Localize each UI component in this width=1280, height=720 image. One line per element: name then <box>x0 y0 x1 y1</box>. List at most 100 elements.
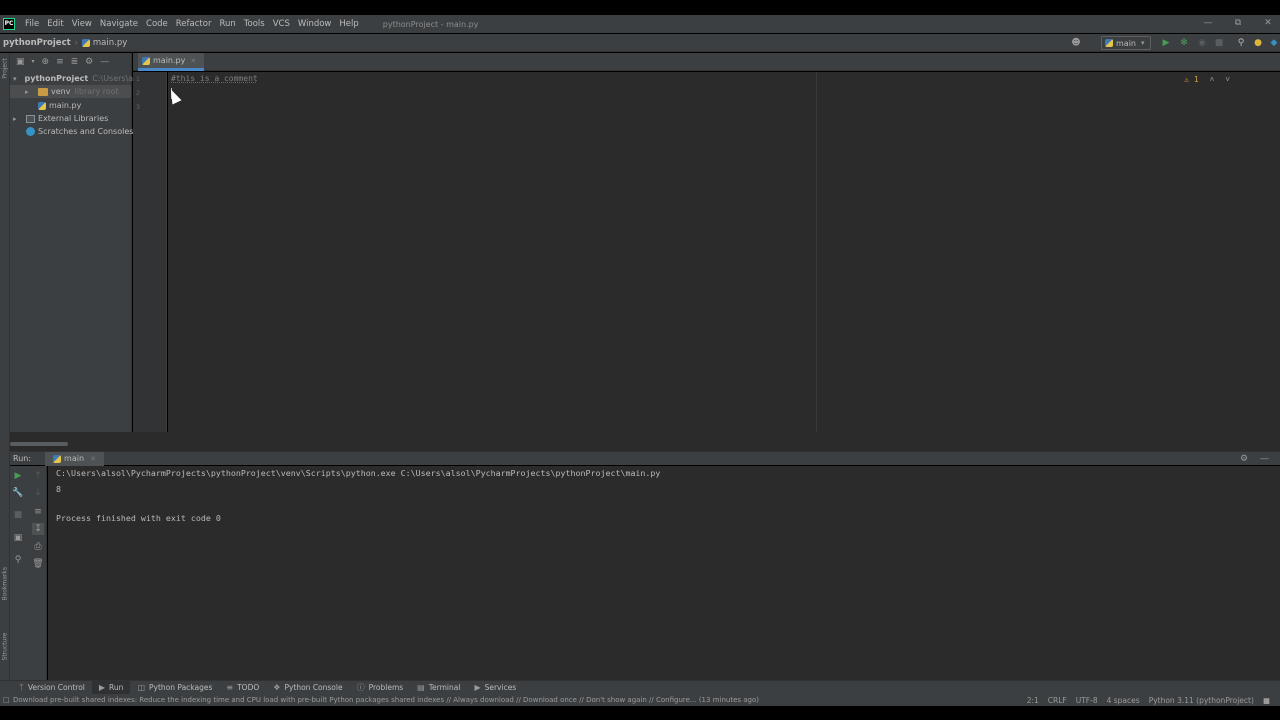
tool-problems[interactable]: ⓘ Problems <box>350 681 411 695</box>
minimize-icon[interactable]: — <box>1193 15 1223 33</box>
project-panel: ▣ ▾ ⊕ ≡ ≣ ⚙ — ▾ pythonProject C:\Users\a… <box>10 53 133 449</box>
python-config-icon <box>1105 39 1113 47</box>
menu-vcs[interactable]: VCS <box>273 19 290 29</box>
hide-icon[interactable]: — <box>100 57 109 67</box>
plugin-icon[interactable]: ◆ <box>1268 37 1280 49</box>
tree-item-scratches[interactable]: Scratches and Consoles <box>26 125 133 138</box>
collapse-all-icon[interactable]: ≣ <box>71 57 79 67</box>
stop-icon[interactable]: ■ <box>1213 37 1225 49</box>
run-tab-main[interactable]: main ✕ <box>45 451 104 466</box>
menu-view[interactable]: View <box>72 19 92 29</box>
status-message[interactable]: Download pre-built shared indexes: Reduc… <box>13 696 759 704</box>
restore-icon[interactable]: ⧉ <box>1223 15 1253 33</box>
search-icon[interactable]: ⚲ <box>1235 37 1247 49</box>
menu-code[interactable]: Code <box>146 19 168 29</box>
hide-icon[interactable]: — <box>1260 454 1269 464</box>
rerun-icon[interactable]: ▶ <box>12 470 24 482</box>
tool-run[interactable]: ▶ Run <box>91 680 131 695</box>
chevron-down-icon[interactable]: ˅ <box>1225 75 1230 84</box>
tool-python-packages[interactable]: ◫ Python Packages <box>130 681 219 695</box>
run-tool-header: Run: main ✕ ⚙ — <box>10 451 1280 466</box>
locate-icon[interactable]: ⊕ <box>42 57 50 67</box>
tool-label: Problems <box>368 683 404 692</box>
status-toggle-icon[interactable]: □ <box>3 696 10 704</box>
soft-wrap-icon[interactable]: ≡ <box>32 506 44 518</box>
tool-terminal[interactable]: ▤ Terminal <box>410 681 467 695</box>
tree-item-main-py[interactable]: main.py <box>38 99 81 112</box>
gear-icon[interactable]: ⚙ <box>1240 454 1248 464</box>
run-icon[interactable]: ▶ <box>1160 37 1172 49</box>
window-title: pythonProject - main.py <box>382 19 479 29</box>
python-config-icon <box>53 454 62 463</box>
structure-tool-label[interactable]: Structure <box>2 633 9 661</box>
debug-icon[interactable]: ✻ <box>1178 37 1190 49</box>
chevron-right-icon[interactable]: ▸ <box>25 88 33 96</box>
wrench-icon[interactable]: 🔧 <box>12 487 24 499</box>
pin-icon[interactable]: ⚲ <box>12 554 24 566</box>
layout-icon[interactable]: ▣ <box>16 57 25 67</box>
code-editor[interactable]: #this is a comment ⚠ 1 ˄ ˅ <box>168 72 1280 432</box>
close-tab-icon[interactable]: ✕ <box>190 57 196 65</box>
menu-window[interactable]: Window <box>298 19 332 29</box>
run-tab-label: main <box>64 454 85 463</box>
menu-tools[interactable]: Tools <box>244 19 265 29</box>
down-icon[interactable]: ↓ <box>32 487 44 499</box>
scroll-to-end-icon[interactable]: ↧ <box>32 523 44 535</box>
tab-main-py[interactable]: main.py ✕ <box>138 53 205 71</box>
coverage-icon[interactable]: ◉ <box>1196 37 1208 49</box>
tool-services[interactable]: ▶ Services <box>467 681 523 695</box>
run-configuration-selector[interactable]: main ▾ <box>1101 36 1151 50</box>
tool-python-console[interactable]: ❖ Python Console <box>266 681 349 695</box>
tool-label: Terminal <box>428 683 461 692</box>
caret-position[interactable]: 2:1 <box>1027 696 1039 705</box>
tree-item-pythonproject[interactable]: ▾ pythonProject C:\Users\a <box>10 72 133 85</box>
file-encoding[interactable]: UTF-8 <box>1076 696 1098 705</box>
stop-icon[interactable]: ■ <box>12 509 24 521</box>
tree-item-label: venv <box>51 87 71 96</box>
menu-file[interactable]: File <box>25 19 39 29</box>
trash-icon[interactable]: 🗑 <box>32 558 44 570</box>
indent-setting[interactable]: 4 spaces <box>1107 696 1140 705</box>
chevron-up-icon[interactable]: ˄ <box>1210 75 1215 84</box>
horizontal-scrollbar[interactable] <box>10 442 68 446</box>
tool-todo[interactable]: ≡ TODO <box>219 681 266 695</box>
chevron-down-icon[interactable]: ▾ <box>13 75 17 83</box>
menu-navigate[interactable]: Navigate <box>100 19 138 29</box>
tree-item-venv[interactable]: ▸ venv library root <box>10 85 131 98</box>
project-toolbar: ▣ ▾ ⊕ ≡ ≣ ⚙ — <box>10 53 131 70</box>
project-tool-label[interactable]: Project <box>2 55 9 83</box>
run-label: Run: <box>13 454 32 463</box>
up-icon[interactable]: ↑ <box>32 470 44 482</box>
tree-item-hint: library root <box>74 87 119 96</box>
breadcrumb-project[interactable]: pythonProject <box>3 38 71 48</box>
menu-help[interactable]: Help <box>339 19 358 29</box>
line-separator[interactable]: CRLF <box>1048 696 1067 705</box>
layout-icon[interactable]: ▣ <box>12 532 24 544</box>
tool-version-control[interactable]: ᛉ Version Control <box>12 681 92 695</box>
menu-refactor[interactable]: Refactor <box>176 19 212 29</box>
library-icon <box>26 114 35 123</box>
run-console[interactable]: C:\Users\alsol\PycharmProjects\pythonPro… <box>48 466 1280 680</box>
warning-icon: ⚠ <box>1184 75 1190 84</box>
breadcrumb-file[interactable]: main.py <box>93 38 127 48</box>
user-icon[interactable]: ☻ <box>1070 37 1082 49</box>
print-icon[interactable]: ⎙ <box>32 541 44 553</box>
tree-item-external-libraries[interactable]: ▸ External Libraries <box>10 112 108 125</box>
dropdown-icon[interactable]: ▾ <box>32 58 35 65</box>
chevron-right-icon[interactable]: ▸ <box>13 115 21 123</box>
menu-run[interactable]: Run <box>219 19 235 29</box>
chevron-down-icon: ▾ <box>1141 39 1145 47</box>
close-window-icon[interactable]: ✕ <box>1253 15 1280 33</box>
close-tab-icon[interactable]: ✕ <box>90 455 96 463</box>
menu-edit[interactable]: Edit <box>47 19 63 29</box>
lock-icon[interactable]: ■ <box>1263 696 1270 705</box>
code-line[interactable]: #this is a comment <box>171 74 258 83</box>
expand-all-icon[interactable]: ≡ <box>56 57 64 67</box>
updates-icon[interactable]: ● <box>1252 37 1264 49</box>
gear-icon[interactable]: ⚙ <box>85 57 93 67</box>
tool-label: Run <box>109 683 124 692</box>
bookmarks-tool-label[interactable]: Bookmarks <box>2 567 9 601</box>
tool-label: Python Packages <box>149 683 213 692</box>
inspection-widget[interactable]: ⚠ 1 ˄ ˅ <box>1184 75 1230 85</box>
python-interpreter[interactable]: Python 3.11 (pythonProject) <box>1149 696 1254 705</box>
